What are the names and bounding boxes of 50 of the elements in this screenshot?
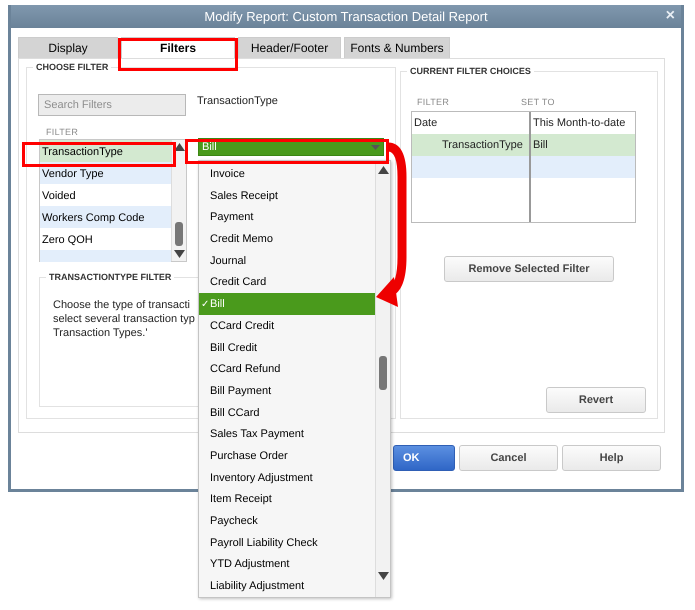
dropdown-option[interactable]: ✓Bill	[199, 293, 375, 315]
scroll-down-icon[interactable]	[173, 249, 186, 259]
dropdown-option[interactable]: Invoice	[199, 163, 375, 185]
search-field[interactable]: Search Filters	[38, 94, 186, 116]
tab[interactable]: Display	[18, 37, 118, 58]
dropdown-option[interactable]: Bill Payment	[199, 380, 375, 402]
column-header: FILTER	[46, 126, 80, 138]
dropdown-option[interactable]: Sales Receipt	[199, 184, 375, 206]
scroll-thumb[interactable]	[379, 356, 387, 390]
dropdown-option[interactable]: Inventory Adjustment	[199, 466, 375, 488]
scrollbar[interactable]	[375, 161, 390, 597]
dropdown-option[interactable]: Liability Adjustment	[199, 575, 375, 597]
dropdown-option[interactable]: YTD Adjustment	[199, 553, 375, 576]
filter-description: Choose the type of transacti select several transaction typ Transaction Types.'	[53, 298, 196, 340]
dropdown-option[interactable]: Sales Tax Payment	[199, 423, 375, 445]
dropdown-option[interactable]: Payment	[199, 206, 375, 228]
window-title: Modify Report: Custom Transaction Detail Report	[204, 8, 488, 26]
scroll-up-icon[interactable]	[377, 165, 390, 175]
scroll-thumb[interactable]	[175, 222, 183, 246]
column-header: SET TO	[521, 96, 555, 108]
dropdown-option[interactable]: Credit Card	[199, 271, 375, 294]
group-title: CURRENT FILTER CHOICES	[407, 65, 534, 77]
dropdown-option[interactable]: CCard Credit	[199, 314, 375, 336]
scrollbar[interactable]	[171, 140, 186, 261]
dropdown-option[interactable]: Bill CCard	[199, 402, 375, 424]
remove-filter-button[interactable]: Remove Selected Filter	[444, 256, 614, 282]
filter-name-label: TransactionType	[197, 94, 278, 109]
dropdown-option[interactable]: Item Receipt	[199, 488, 375, 510]
dialog-button[interactable]: Help	[562, 445, 661, 471]
dropdown-option[interactable]: CCard Refund	[199, 358, 375, 380]
dropdown-option[interactable]: Bill Credit	[199, 336, 375, 358]
list-item[interactable]: Workers Comp Code	[40, 206, 171, 228]
table-cell-text: This Month-to-date	[532, 116, 626, 131]
group-title: CHOOSE FILTER	[33, 61, 112, 73]
dropdown-option[interactable]: Purchase Order	[199, 444, 375, 467]
dropdown-option[interactable]: Journal	[199, 250, 375, 272]
scroll-down-icon[interactable]	[377, 571, 390, 581]
revert-button[interactable]: Revert	[546, 387, 646, 413]
dropdown-option[interactable]: Paycheck	[199, 510, 375, 532]
tab[interactable]: Header/Footer	[238, 37, 341, 58]
table-cell-text: Bill	[532, 138, 549, 153]
ok-button[interactable]: OK	[393, 445, 455, 471]
tab[interactable]: Fonts & Numbers	[344, 37, 450, 58]
group-title: TRANSACTIONTYPE FILTER	[46, 271, 174, 283]
dialog-button[interactable]: Cancel	[459, 445, 558, 471]
caret-icon	[371, 144, 380, 150]
dropdown-option[interactable]: Payroll Liability Check	[199, 532, 375, 554]
column-header: FILTER	[417, 96, 450, 108]
dropdown-option[interactable]: Credit Memo	[199, 228, 375, 250]
scroll-up-icon[interactable]	[173, 142, 186, 152]
